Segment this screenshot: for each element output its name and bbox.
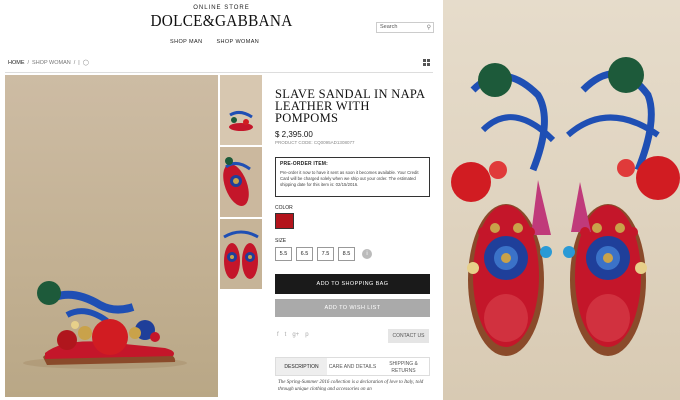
search-input[interactable]: Search ⚲ [376, 22, 434, 33]
size-guide-icon[interactable]: i [362, 249, 372, 259]
breadcrumb: HOME / SHOP WOMAN / | ◯ [8, 60, 89, 66]
breadcrumb-shop-woman[interactable]: SHOP WOMAN [32, 60, 71, 66]
brand-logo[interactable]: DOLCE&GABBANA [22, 11, 421, 31]
product-page: ONLINE STORE DOLCE&GABBANA SHOP MAN SHOP… [0, 0, 443, 400]
social-links: f t g+ p [277, 332, 309, 338]
share-row: f t g+ p CONTACT US [275, 329, 430, 343]
tab-description[interactable]: DESCRIPTION [276, 358, 327, 375]
preorder-title: PRE-ORDER ITEM: [280, 161, 328, 167]
product-price: $ 2,395.00 [275, 130, 313, 139]
share-icon[interactable]: ◯ [83, 60, 89, 66]
sandal-thumbnail [223, 157, 251, 207]
color-label: COLOR [275, 205, 293, 211]
hero-product-photo [443, 0, 680, 400]
product-info: SLAVE SANDAL IN NAPA LEATHER WITH POMPOM… [275, 88, 430, 393]
tab-shipping-returns[interactable]: SHIPPING & RETURNS [378, 358, 429, 375]
google-plus-icon[interactable]: g+ [292, 332, 299, 338]
preorder-notice: PRE-ORDER ITEM: Pre-order it now to have… [275, 157, 430, 197]
thumbnail-2[interactable] [220, 147, 262, 217]
sandal-thumbnail [223, 230, 259, 279]
twitter-icon[interactable]: t [285, 332, 287, 338]
add-to-wishlist-button[interactable]: ADD TO WISH LIST [275, 299, 430, 317]
main-nav: SHOP MAN SHOP WOMAN [170, 39, 259, 45]
description-text: The Spring-Summer 2016 collection is a d… [278, 380, 424, 392]
site-header: ONLINE STORE DOLCE&GABBANA SHOP MAN SHOP… [0, 0, 443, 56]
tab-care-and-details[interactable]: CARE AND DETAILS [327, 358, 378, 375]
size-option[interactable]: 7.5 [317, 247, 334, 261]
main-product-image[interactable] [5, 75, 218, 397]
grid-view-icon[interactable] [423, 59, 430, 66]
size-option[interactable]: 8.5 [338, 247, 355, 261]
breadcrumb-home[interactable]: HOME [8, 60, 25, 66]
nav-shop-man[interactable]: SHOP MAN [170, 39, 202, 45]
facebook-icon[interactable]: f [277, 332, 279, 338]
product-code: PRODUCT CODE: CQ0095AD1308077 [275, 140, 355, 145]
nav-shop-woman[interactable]: SHOP WOMAN [216, 39, 259, 45]
divider [5, 72, 433, 73]
thumbnail-list [220, 75, 262, 291]
sandal-thumbnail [229, 110, 253, 131]
breadcrumb-trailing: | [78, 60, 80, 66]
search-icon[interactable]: ⚲ [427, 24, 431, 33]
size-label: SIZE [275, 238, 287, 244]
sandal-side-illustration [23, 281, 187, 369]
pinterest-icon[interactable]: p [305, 332, 308, 338]
preorder-text: Pre-order it now to have it sent as soon… [280, 170, 419, 187]
breadcrumb-separator: / [27, 60, 30, 66]
size-selector: 5.5 6.5 7.5 8.5 i [275, 247, 430, 261]
add-to-bag-button[interactable]: ADD TO SHOPPING BAG [275, 274, 430, 294]
product-tabs: DESCRIPTION CARE AND DETAILS SHIPPING & … [275, 357, 430, 376]
thumbnail-3[interactable] [220, 219, 262, 289]
size-option[interactable]: 6.5 [296, 247, 313, 261]
thumbnail-1[interactable] [220, 75, 262, 145]
search-placeholder: Search [380, 24, 398, 30]
product-title: SLAVE SANDAL IN NAPA LEATHER WITH POMPOM… [275, 87, 425, 125]
size-option[interactable]: 5.5 [275, 247, 292, 261]
breadcrumb-separator: / [73, 60, 76, 66]
color-swatch-red[interactable] [275, 213, 294, 229]
contact-us-button[interactable]: CONTACT US [388, 329, 429, 343]
sandal-pair-illustration [451, 57, 680, 356]
